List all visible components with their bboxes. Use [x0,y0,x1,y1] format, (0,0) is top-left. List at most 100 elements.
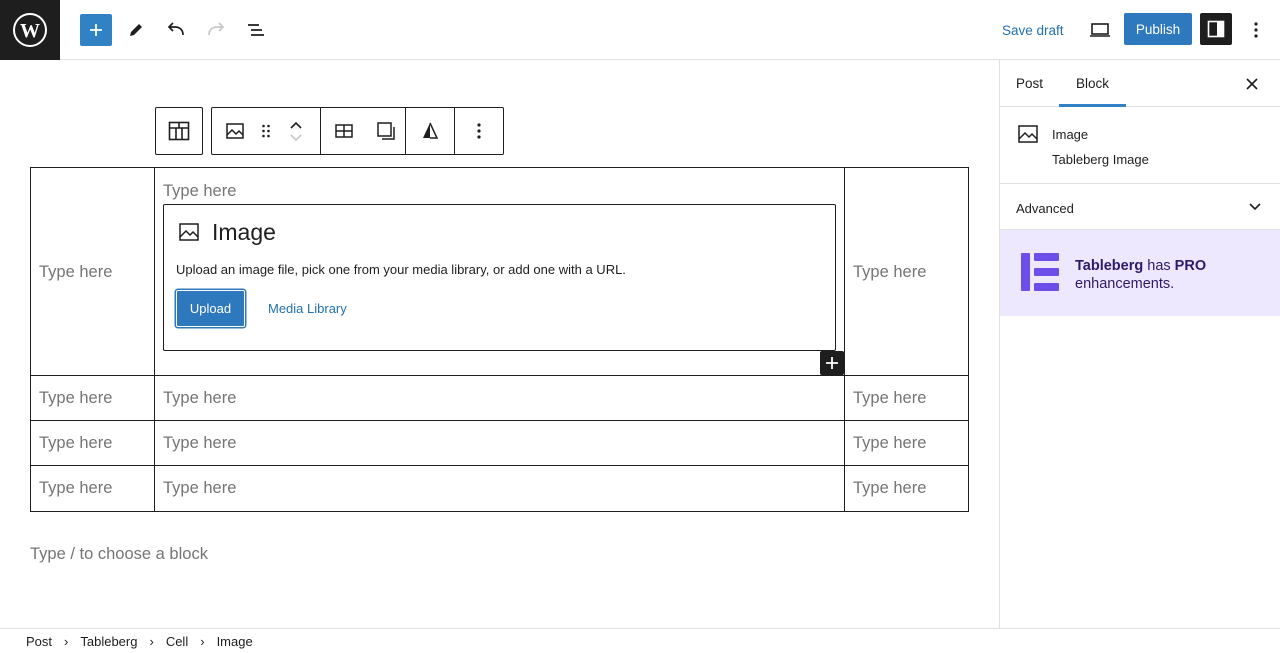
promo-text: Tableberg has PRO enhancements. [1075,257,1206,293]
options-menu-button[interactable] [1240,14,1272,46]
table-button[interactable] [321,108,367,154]
plus-icon [826,357,838,369]
cell-placeholder: Type here [853,479,927,497]
cell-placeholder: Type here [39,389,113,407]
chevron-right-icon: › [149,633,154,649]
image-icon [1018,125,1038,143]
block-toolbar [211,107,504,155]
svg-text:W: W [20,20,40,42]
block-card-title: Image [1052,127,1089,142]
close-icon [1246,78,1258,90]
settings-toggle-button[interactable] [1200,13,1232,45]
table-cell[interactable]: Type here Image Upload an image file, pi… [155,168,845,375]
sidebar-tabs: Post Block [1000,60,1280,107]
image-block-description: Upload an image file, pick one from your… [176,262,626,277]
table-cell[interactable]: Type here [155,421,845,465]
tab-block[interactable]: Block [1060,60,1125,107]
tableberg-logo-icon [423,122,439,139]
table-cell[interactable]: Type here [31,376,155,420]
tab-post[interactable]: Post [1000,60,1059,107]
cell-placeholder: Type here [163,479,237,497]
wordpress-logo-icon[interactable]: W [0,0,60,60]
tableberg-pro-promo[interactable]: Tableberg has PRO enhancements. [1000,230,1280,316]
stack-button[interactable] [367,108,405,154]
redo-icon [208,22,225,36]
image-block-placeholder[interactable]: Image Upload an image file, pick one fro… [163,204,836,351]
move-up-icon[interactable] [288,119,304,131]
media-library-button[interactable]: Media Library [268,301,347,316]
cell-placeholder: Type here [39,263,113,281]
table-cell[interactable]: Type here [31,168,155,375]
align-button[interactable] [406,108,454,154]
table-cell[interactable]: Type here [845,466,968,511]
tableberg-cell-icon[interactable] [156,108,202,154]
tools-button[interactable] [120,14,152,46]
document-overview-button[interactable] [240,14,272,46]
tableberg-table: Type here Type here Image Upload an imag… [30,167,969,512]
chevron-down-icon [1249,203,1261,211]
plus-icon [90,24,102,36]
top-toolbar: W Save draft Publish [0,0,1280,60]
save-draft-button[interactable]: Save draft [996,14,1070,46]
default-block-appender[interactable]: Type / to choose a block [30,545,208,564]
image-icon [226,123,244,139]
kebab-menu-icon [1254,22,1258,38]
parent-block-selector[interactable] [155,107,203,155]
publish-button[interactable]: Publish [1124,13,1192,45]
move-arrows [274,108,318,154]
table-cell[interactable]: Type here [845,168,968,375]
image-icon [179,223,199,241]
undo-button[interactable] [160,14,192,46]
block-card-description: Tableberg Image [1052,152,1149,167]
table-cell[interactable]: Type here [845,376,968,420]
desktop-preview-icon [1090,23,1110,37]
stack-icon [377,122,395,140]
cell-placeholder: Type here [163,182,237,200]
cell-placeholder: Type here [853,389,927,407]
image-block-button[interactable] [212,108,258,154]
drag-handle-icon[interactable] [258,108,274,154]
cell-placeholder: Type here [853,434,927,452]
sidebar-icon [1207,20,1225,38]
table-cell[interactable]: Type here [155,466,845,511]
move-down-icon[interactable] [288,131,304,143]
block-inserter-button[interactable] [80,14,112,46]
promo-pro: PRO [1174,258,1207,274]
cell-add-block-button[interactable] [820,351,844,375]
table-cell[interactable]: Type here [31,466,155,511]
breadcrumb-item-cell[interactable]: Cell [166,634,188,649]
breadcrumb: Post › Tableberg › Cell › Image [0,628,1280,653]
table-cell[interactable]: Type here [155,376,845,420]
close-sidebar-button[interactable] [1240,72,1264,96]
settings-sidebar: Post Block Image Tableberg Image Advance… [999,60,1280,628]
chevron-right-icon: › [64,633,69,649]
redo-button[interactable] [200,14,232,46]
table-cell[interactable]: Type here [845,421,968,465]
advanced-panel-toggle[interactable]: Advanced [1000,184,1280,230]
cell-placeholder: Type here [163,434,237,452]
tableberg-logo-icon [1021,253,1059,291]
undo-icon [167,22,184,36]
breadcrumb-item-tableberg[interactable]: Tableberg [80,634,137,649]
preview-button[interactable] [1084,14,1116,46]
table-icon [335,124,353,138]
table-row: Type here Type here Image Upload an imag… [31,168,968,376]
more-options-icon [477,123,481,139]
block-card: Image Tableberg Image [1000,107,1280,184]
promo-has: has [1147,258,1171,274]
cell-placeholder: Type here [39,434,113,452]
table-row: Type here Type here Type here [31,376,968,421]
list-view-icon [248,24,264,36]
chevron-right-icon: › [200,633,205,649]
cell-placeholder: Type here [39,479,113,497]
promo-enhancements: enhancements. [1075,276,1175,292]
upload-button[interactable]: Upload [176,290,245,327]
breadcrumb-item-image: Image [216,633,253,649]
cell-placeholder: Type here [853,263,927,281]
table-row: Type here Type here Type here [31,421,968,466]
more-options-button[interactable] [455,108,503,154]
table-cell[interactable]: Type here [31,421,155,465]
promo-brand: Tableberg [1075,258,1144,274]
advanced-label: Advanced [1016,201,1074,216]
breadcrumb-item-post[interactable]: Post [26,634,52,649]
